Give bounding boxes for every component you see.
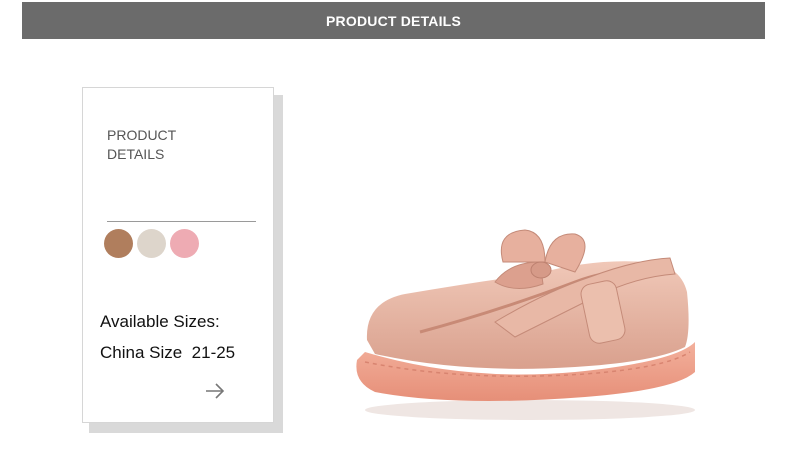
swatch-brown[interactable] [104, 229, 133, 258]
card-title: PRODUCT DETAILS [107, 126, 227, 164]
sizes-label: Available Sizes: [100, 312, 220, 331]
swatch-pink[interactable] [170, 229, 199, 258]
pink-mary-jane-shoe-with-bow [356, 229, 695, 420]
sizes-value: China Size 21-25 [100, 343, 236, 362]
divider [107, 221, 256, 222]
card-title-line2: DETAILS [107, 146, 165, 162]
color-swatches [104, 229, 199, 258]
swatch-beige[interactable] [137, 229, 166, 258]
page-header: PRODUCT DETAILS [22, 2, 765, 39]
header-title: PRODUCT DETAILS [326, 12, 461, 29]
details-card: PRODUCT DETAILS Available Sizes: China S… [82, 87, 274, 423]
card-title-line1: PRODUCT [107, 127, 177, 143]
product-image [345, 222, 715, 422]
arrow-right-icon[interactable] [204, 380, 226, 402]
